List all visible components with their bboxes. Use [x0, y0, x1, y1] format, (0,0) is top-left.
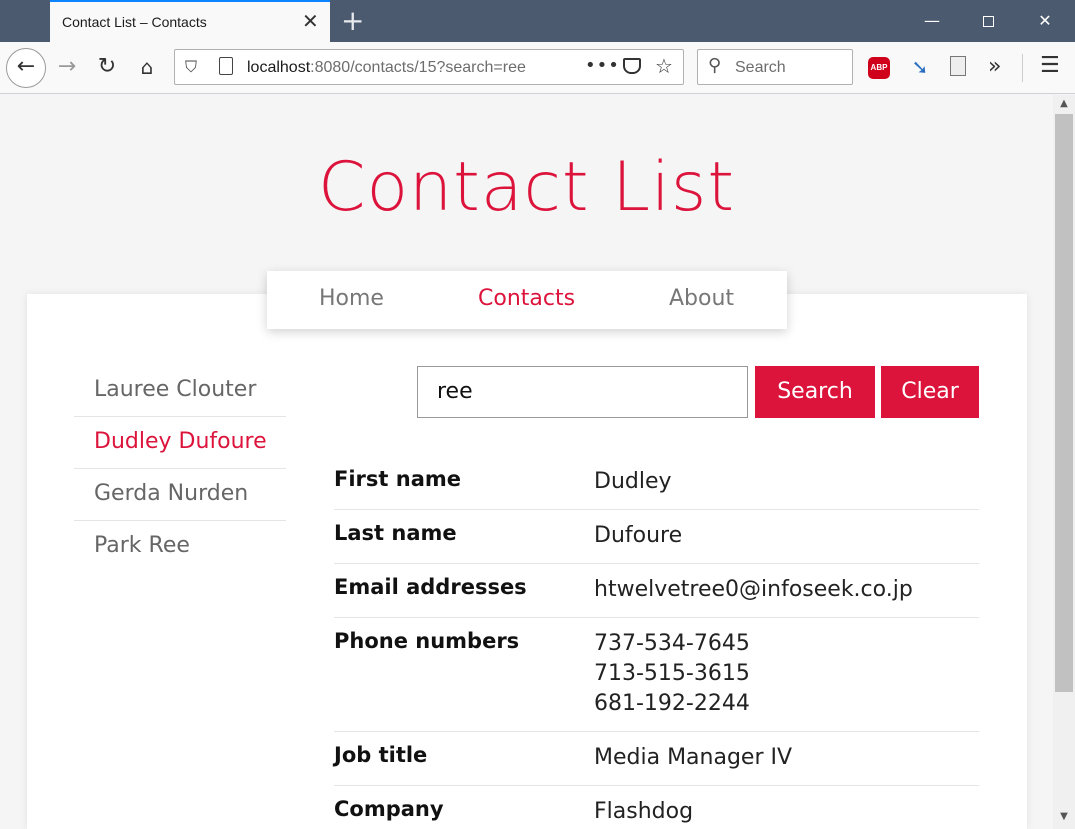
new-tab-icon[interactable]: + [341, 5, 364, 37]
clear-button[interactable]: Clear [881, 366, 979, 418]
url-host: localhost [247, 59, 311, 76]
home-icon[interactable]: ⌂ [134, 54, 160, 80]
detail-row-job-title: Job title Media Manager IV [334, 732, 979, 786]
detail-row-company: Company Flashdog [334, 786, 979, 829]
shield-icon[interactable]: ⛉ [185, 57, 197, 77]
page-actions-icon[interactable]: ••• [585, 55, 620, 76]
overflow-menu-icon[interactable]: » [988, 54, 1001, 80]
browser-toolbar: ← → ↻ ⌂ ⛉ localhost:8080/contacts/15?sea… [0, 42, 1075, 94]
url-path: :8080/contacts/15?search=ree [310, 59, 526, 76]
contact-list: Lauree Clouter Dudley Dufoure Gerda Nurd… [74, 365, 286, 573]
detail-value: Flashdog [594, 799, 694, 824]
tab-close-icon[interactable]: ✕ [302, 11, 319, 31]
reader-extension-icon[interactable] [950, 56, 966, 76]
tab-title: Contact List – Contacts [62, 14, 207, 30]
window-close-button[interactable]: ✕ [1022, 0, 1068, 42]
nav-about[interactable]: About [669, 286, 734, 311]
browser-search-placeholder: Search [735, 59, 786, 76]
address-bar[interactable]: ⛉ localhost:8080/contacts/15?search=ree … [174, 49, 684, 85]
pocket-icon[interactable] [623, 58, 641, 74]
hamburger-menu-icon[interactable]: ☰ [1040, 53, 1060, 79]
detail-label: Email addresses [334, 575, 527, 599]
reload-icon[interactable]: ↻ [94, 54, 120, 80]
detail-value-phone: 681-192-2244 [594, 691, 750, 716]
detail-row-last-name: Last name Dufoure [334, 510, 979, 564]
scrollbar-thumb[interactable] [1055, 114, 1073, 692]
bookmark-star-icon[interactable]: ☆ [655, 54, 673, 78]
detail-label: Company [334, 797, 444, 821]
contact-list-item[interactable]: Gerda Nurden [74, 469, 286, 521]
contact-list-item[interactable]: Park Ree [74, 521, 286, 573]
browser-tab-active[interactable]: Contact List – Contacts ✕ [50, 0, 330, 42]
search-button[interactable]: Search [755, 366, 875, 418]
detail-value: Dufoure [594, 523, 683, 548]
search-icon: ⚲ [708, 55, 722, 76]
maximize-icon [982, 16, 994, 27]
scroll-down-icon[interactable]: ▼ [1053, 808, 1075, 826]
detail-row-first-name: First name Dudley [334, 456, 979, 510]
nav-contacts[interactable]: Contacts [478, 286, 575, 311]
detail-label: First name [334, 467, 461, 491]
page-info-icon[interactable] [219, 57, 233, 75]
detail-label: Last name [334, 521, 457, 545]
toolbar-separator [1022, 54, 1023, 82]
window-maximize-button[interactable] [965, 0, 1011, 42]
url-text[interactable]: localhost:8080/contacts/15?search=ree [247, 59, 526, 77]
detail-row-email: Email addresses htwelvetree0@infoseek.co… [334, 564, 979, 618]
extension-arrow-icon[interactable]: ➘ [908, 55, 932, 79]
detail-value: Media Manager IV [594, 745, 793, 770]
contact-search-input[interactable]: ree [417, 366, 748, 418]
detail-value-phone: 713-515-3615 [594, 661, 750, 686]
adblock-extension-icon[interactable]: ABP [868, 57, 890, 79]
main-nav: Home Contacts About [267, 271, 787, 329]
window-minimize-button[interactable]: — [909, 0, 955, 42]
detail-value: Dudley [594, 469, 672, 494]
contact-list-item[interactable]: Lauree Clouter [74, 365, 286, 417]
nav-home[interactable]: Home [319, 286, 384, 311]
scroll-up-icon[interactable]: ▲ [1053, 95, 1075, 113]
contact-details: First name Dudley Last name Dufoure Emai… [334, 456, 979, 829]
detail-label: Phone numbers [334, 629, 520, 653]
browser-search-box[interactable]: ⚲ Search [697, 49, 853, 85]
detail-row-phones: Phone numbers 737-534-7645 713-515-3615 … [334, 618, 979, 732]
forward-arrow-icon[interactable]: → [54, 54, 80, 80]
page-title: Contact List [317, 148, 736, 227]
browser-titlebar: Contact List – Contacts ✕ + — ✕ [0, 0, 1075, 42]
contact-list-item-active[interactable]: Dudley Dufoure [74, 417, 286, 469]
detail-value: htwelvetree0@infoseek.co.jp [594, 577, 913, 602]
detail-value-phone: 737-534-7645 [594, 631, 750, 656]
detail-label: Job title [334, 743, 428, 767]
back-arrow-icon[interactable]: ← [6, 48, 46, 88]
